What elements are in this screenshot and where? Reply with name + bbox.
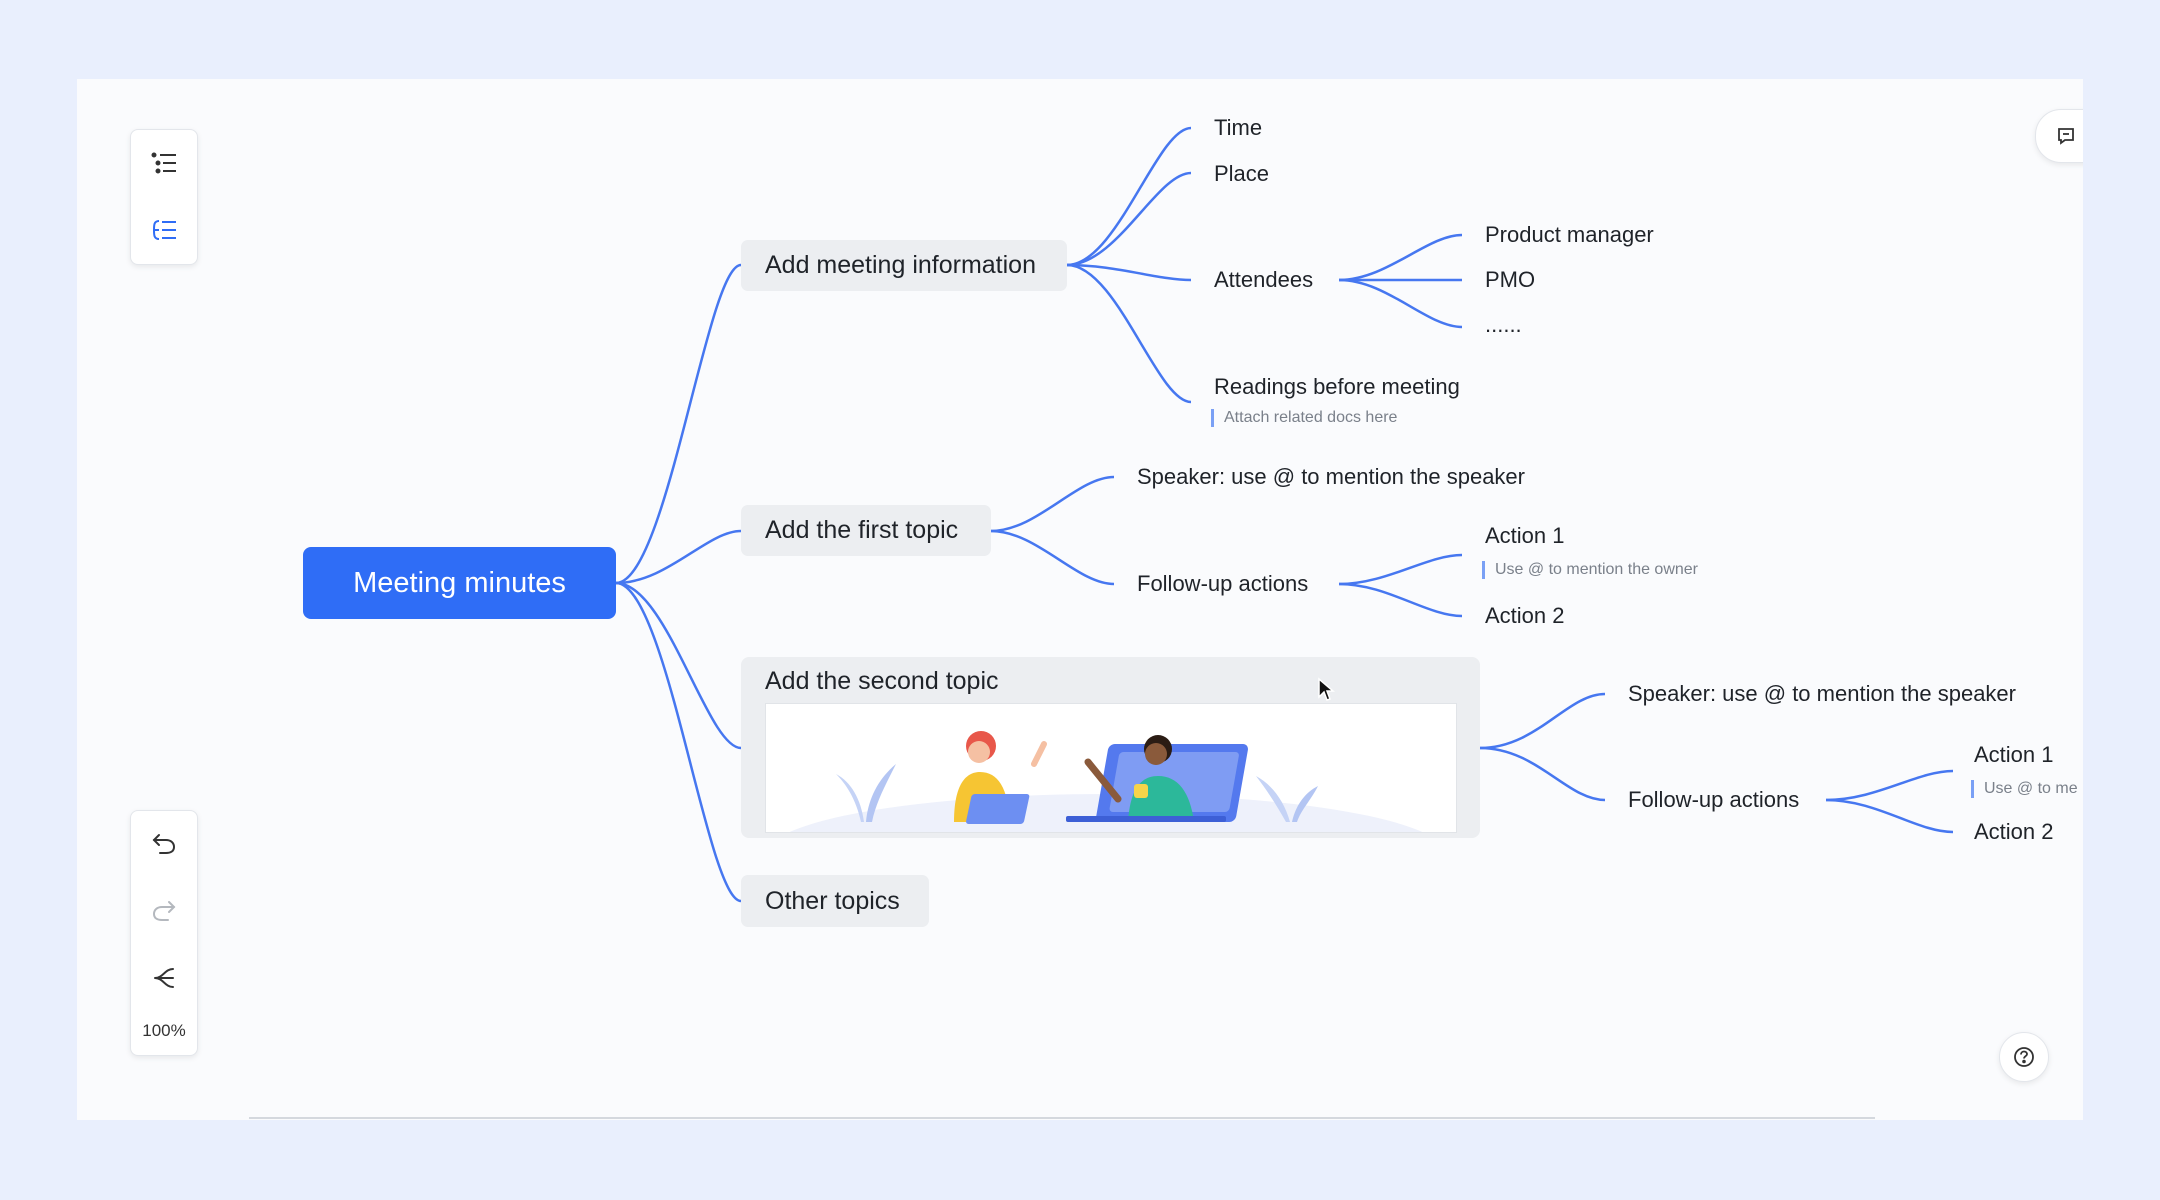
leaf-readings[interactable]: Readings before meeting bbox=[1214, 374, 1460, 400]
leaf-attendee-pm[interactable]: Product manager bbox=[1485, 222, 1654, 248]
topic-meeting-info-label: Add meeting information bbox=[765, 251, 1036, 279]
root-node[interactable]: Meeting minutes bbox=[303, 547, 616, 619]
meeting-illustration-image bbox=[789, 731, 1423, 832]
link-first-a2 bbox=[1338, 582, 1463, 618]
zoom-level[interactable]: 100% bbox=[131, 1021, 197, 1041]
leaf-second-followup[interactable]: Follow-up actions bbox=[1628, 787, 1799, 813]
topic-first[interactable]: Add the first topic bbox=[741, 505, 991, 556]
undo-button[interactable] bbox=[131, 811, 197, 877]
leaf-attendees[interactable]: Attendees bbox=[1214, 267, 1313, 293]
leaf-attendee-pmo[interactable]: PMO bbox=[1485, 267, 1535, 293]
leaf-time[interactable]: Time bbox=[1214, 115, 1262, 141]
root-label: Meeting minutes bbox=[353, 566, 566, 599]
horizontal-scrollbar[interactable] bbox=[249, 1117, 1875, 1119]
link-first-speaker bbox=[990, 475, 1115, 533]
leaf-first-followup[interactable]: Follow-up actions bbox=[1137, 571, 1308, 597]
comment-icon bbox=[2058, 128, 2074, 145]
note-readings[interactable]: Attach related docs here bbox=[1211, 409, 1397, 427]
leaf-first-speaker[interactable]: Speaker: use @ to mention the speaker bbox=[1137, 464, 1525, 490]
layout-button[interactable] bbox=[131, 945, 197, 1011]
link-second-followup bbox=[1479, 746, 1606, 802]
comment-button[interactable] bbox=[2035, 109, 2083, 163]
topic-other[interactable]: Other topics bbox=[741, 875, 929, 927]
help-icon bbox=[2014, 1047, 2034, 1067]
note-second-action1[interactable]: Use @ to me bbox=[1971, 780, 2078, 798]
topic-second[interactable]: Add the second topic bbox=[741, 657, 1480, 838]
note-first-action1[interactable]: Use @ to mention the owner bbox=[1482, 561, 1698, 579]
link-root-other bbox=[615, 581, 742, 903]
outline-list-icon bbox=[151, 152, 176, 174]
link-info-time bbox=[1066, 126, 1192, 267]
link-att-pm bbox=[1338, 233, 1463, 282]
mouse-cursor bbox=[1318, 677, 1335, 701]
meeting-illustration[interactable] bbox=[765, 703, 1457, 833]
leaf-second-action1[interactable]: Action 1 bbox=[1974, 742, 2054, 768]
link-second-a2 bbox=[1825, 798, 1954, 834]
undo-icon bbox=[152, 834, 176, 854]
link-second-speaker bbox=[1479, 692, 1606, 750]
link-first-followup bbox=[990, 529, 1115, 586]
link-root-first bbox=[615, 529, 742, 585]
link-info-place bbox=[1066, 171, 1192, 267]
leaf-second-speaker[interactable]: Speaker: use @ to mention the speaker bbox=[1628, 681, 2016, 707]
redo-button[interactable] bbox=[131, 878, 197, 944]
link-att-dots bbox=[1338, 278, 1463, 329]
link-info-readings bbox=[1066, 263, 1192, 404]
link-root-second bbox=[615, 581, 742, 750]
mindmap-view-button[interactable] bbox=[131, 197, 197, 263]
leaf-attendee-more[interactable]: ...... bbox=[1485, 312, 1522, 338]
topic-meeting-info[interactable]: Add meeting information bbox=[741, 240, 1067, 291]
leaf-place[interactable]: Place bbox=[1214, 161, 1269, 187]
leaf-first-action2[interactable]: Action 2 bbox=[1485, 603, 1565, 629]
redo-icon bbox=[152, 901, 176, 921]
edit-toolbar: 100% bbox=[130, 810, 198, 1056]
link-second-a1 bbox=[1825, 769, 1954, 802]
layout-icon bbox=[154, 968, 174, 988]
topic-first-label: Add the first topic bbox=[765, 516, 959, 544]
leaf-second-action2[interactable]: Action 2 bbox=[1974, 819, 2054, 845]
outline-view-button[interactable] bbox=[131, 130, 197, 196]
help-button[interactable] bbox=[1999, 1032, 2049, 1082]
topic-second-label: Add the second topic bbox=[765, 667, 999, 695]
topic-other-label: Other topics bbox=[765, 886, 900, 915]
mindmap-structure-icon bbox=[152, 220, 176, 240]
mindmap-canvas[interactable]: Meeting minutes Add meeting information … bbox=[77, 79, 2083, 1120]
link-first-a1 bbox=[1338, 553, 1463, 586]
view-toolbar bbox=[130, 129, 198, 265]
leaf-first-action1[interactable]: Action 1 bbox=[1485, 523, 1565, 549]
